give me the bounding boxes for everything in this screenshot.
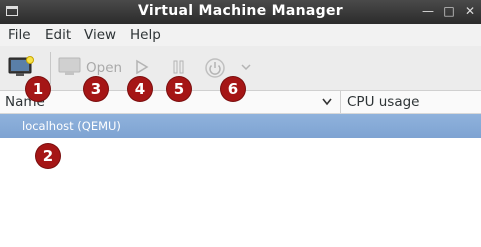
sort-chevron-down-icon[interactable] <box>321 97 333 107</box>
menu-file[interactable]: File <box>8 27 31 43</box>
toolbar-separator <box>50 52 51 84</box>
connection-label: localhost (QEMU) <box>22 119 121 133</box>
annotation-badge-2: 2 <box>36 144 60 168</box>
menu-edit[interactable]: Edit <box>45 27 71 43</box>
menu-help[interactable]: Help <box>130 27 161 43</box>
column-divider <box>340 91 341 113</box>
annotation-badge-5: 5 <box>167 77 191 101</box>
close-icon[interactable]: ✕ <box>462 3 478 19</box>
pause-icon[interactable] <box>171 58 187 76</box>
new-vm-icon[interactable] <box>8 56 36 78</box>
menu-bar: File Edit View Help <box>0 24 481 46</box>
annotation-badge-1: 1 <box>26 77 50 101</box>
maximize-icon[interactable]: □ <box>441 3 457 19</box>
shutdown-dropdown-icon[interactable] <box>240 63 252 73</box>
monitor-icon <box>58 57 81 75</box>
annotation-badge-6: 6 <box>221 77 245 101</box>
connection-row[interactable]: localhost (QEMU) <box>0 114 481 138</box>
open-button[interactable]: Open <box>86 60 122 76</box>
window-title: Virtual Machine Manager <box>138 3 343 19</box>
minimize-icon[interactable]: — <box>420 3 436 19</box>
run-icon[interactable] <box>134 58 150 76</box>
menu-view[interactable]: View <box>84 27 116 43</box>
annotation-badge-3: 3 <box>84 77 108 101</box>
shutdown-icon[interactable] <box>204 57 228 79</box>
cpu-usage-column-header[interactable]: CPU usage <box>347 94 419 110</box>
annotation-badge-4: 4 <box>128 77 152 101</box>
title-bar: Virtual Machine Manager — □ ✕ <box>0 0 481 24</box>
